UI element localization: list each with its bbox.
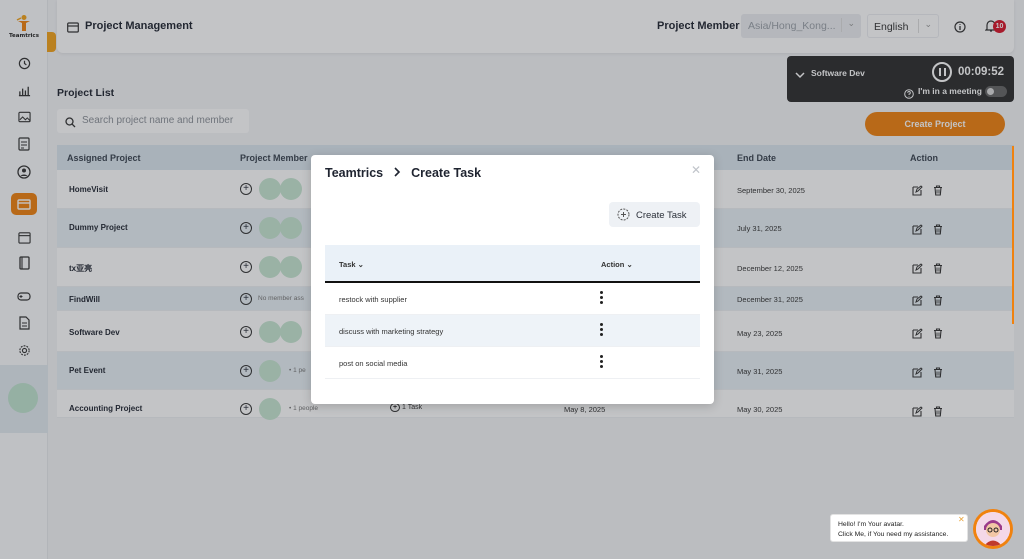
col-action-label: Action <box>601 260 625 269</box>
create-task-modal: Teamtrics Create Task ✕ Create Task Task … <box>311 155 714 404</box>
breadcrumb: Teamtrics Create Task <box>325 166 481 180</box>
task-row[interactable]: discuss with marketing strategy <box>325 315 700 347</box>
scrollbar[interactable] <box>1012 146 1014 324</box>
col-action[interactable]: Action ⌄ <box>601 260 633 269</box>
task-row[interactable]: restock with supplier <box>325 283 700 315</box>
assistant-line-2: Click Me, if You need my assistance. <box>838 531 949 538</box>
assistant-bubble[interactable]: Hello! I'm Your avatar. Click Me, if You… <box>830 514 968 542</box>
task-name: restock with supplier <box>339 295 407 304</box>
close-icon[interactable]: ✕ <box>691 163 701 177</box>
chevron-down-icon: ⌄ <box>357 260 364 269</box>
task-table: Task ⌄ Action ⌄ restock with supplier di… <box>325 245 700 379</box>
task-name: discuss with marketing strategy <box>339 327 444 336</box>
more-options-icon[interactable] <box>600 355 604 370</box>
assistant-line-1: Hello! I'm Your avatar. <box>838 521 904 528</box>
col-task[interactable]: Task ⌄ <box>339 260 364 269</box>
chevron-right-icon <box>393 166 401 180</box>
col-task-label: Task <box>339 260 356 269</box>
more-options-icon[interactable] <box>600 291 604 306</box>
breadcrumb-root[interactable]: Teamtrics <box>325 166 383 180</box>
close-icon[interactable]: ✕ <box>958 515 965 524</box>
assistant-avatar-icon <box>976 512 1010 546</box>
chevron-down-icon: ⌄ <box>626 260 633 269</box>
assistant-avatar-button[interactable] <box>973 509 1013 549</box>
task-name: post on social media <box>339 359 408 368</box>
add-circle-icon <box>617 208 630 226</box>
breadcrumb-current: Create Task <box>411 166 482 180</box>
more-options-icon[interactable] <box>600 323 604 338</box>
task-row[interactable]: post on social media <box>325 347 700 379</box>
task-table-header: Task ⌄ Action ⌄ <box>325 245 700 283</box>
